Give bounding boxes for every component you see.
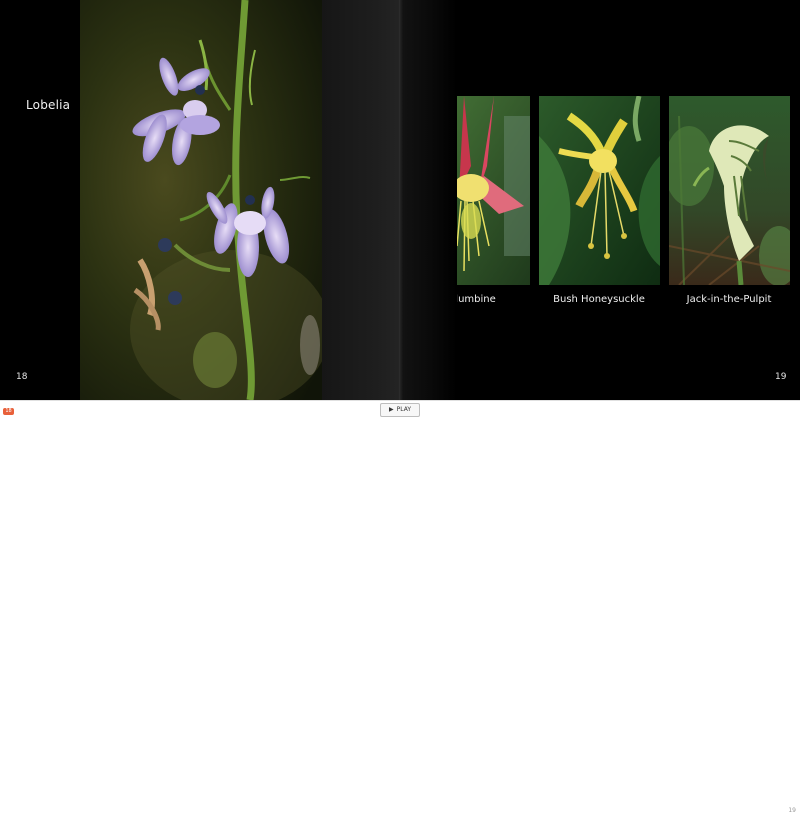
corner-page-number: 19 (788, 807, 796, 814)
lobelia-image (80, 0, 322, 400)
play-triangle-icon: ▶ (388, 406, 394, 413)
spine (399, 0, 400, 400)
caption-bush-honeysuckle: Bush Honeysuckle (553, 294, 645, 305)
right-page: Columbine Bush Honeysuckle Jack-in-the-P… (400, 0, 800, 400)
photo-book-spread: Lobelia 18 Columbine Bush Honeysuckle Ja… (0, 0, 800, 400)
page-title: Lobelia (26, 98, 71, 112)
jack-in-the-pulpit-image (669, 96, 790, 285)
lobelia-photo[interactable] (80, 0, 322, 400)
page-number-left: 18 (16, 372, 28, 382)
spine-shadow (322, 0, 457, 400)
play-button-label: PLAY (396, 406, 412, 413)
play-button[interactable]: ▶ PLAY (380, 403, 420, 417)
bush-honeysuckle-photo[interactable] (539, 96, 660, 285)
bush-honeysuckle-image (539, 96, 660, 285)
page-badge[interactable]: 18 (3, 408, 14, 415)
page-number-right: 19 (775, 372, 787, 382)
caption-jack-in-the-pulpit: Jack-in-the-Pulpit (686, 294, 772, 305)
jack-in-the-pulpit-photo[interactable] (669, 96, 790, 285)
